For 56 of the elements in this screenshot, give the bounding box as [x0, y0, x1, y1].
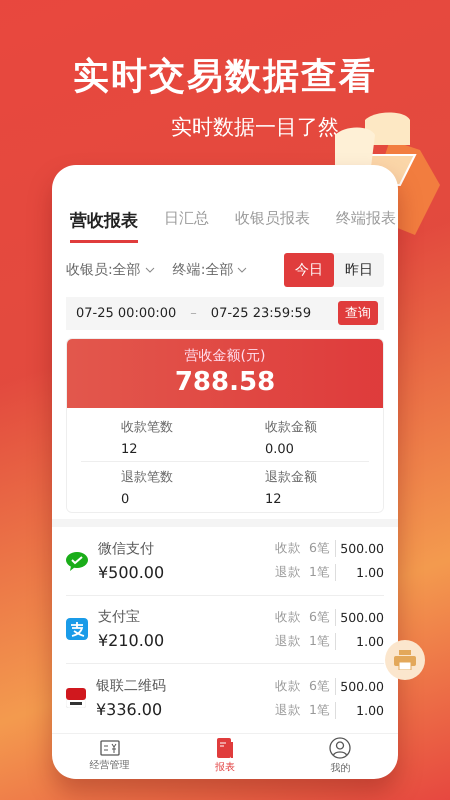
- bill-icon: [100, 740, 120, 756]
- chat-bubble-icon: [66, 550, 88, 571]
- row-label: 收款: [275, 540, 302, 558]
- stat-label: 退款金额: [265, 468, 318, 486]
- headline: 实时交易数据查看: [73, 55, 377, 99]
- summary-title: 营收金额(元): [184, 346, 266, 365]
- query-button[interactable]: 查询: [338, 301, 378, 326]
- transaction-value: 500.00: [339, 610, 384, 625]
- transaction-count: 1笔: [309, 564, 336, 582]
- transaction-value: 500.00: [339, 541, 384, 556]
- date-range-field[interactable]: 07-25 00:00:00 – 07-25 23:59:59 查询: [66, 297, 384, 330]
- transaction-count: 1笔: [309, 632, 336, 650]
- chevron-down-icon: [237, 267, 248, 273]
- summary-amount: 788.58: [174, 366, 276, 397]
- payment-amount: ¥210.00: [98, 631, 166, 650]
- payment-amount: ¥336.00: [96, 700, 164, 720]
- day-option[interactable]: 今日: [284, 253, 334, 287]
- payment-method-name: 支付宝: [98, 608, 141, 626]
- transaction-count: 6笔: [309, 608, 336, 626]
- transaction-count: 6笔: [309, 678, 336, 695]
- payment-amount: ¥500.00: [98, 562, 166, 582]
- stat-value: 0: [121, 492, 130, 507]
- chevron-down-icon: [144, 267, 155, 273]
- row-label: 收款: [275, 678, 302, 695]
- subheadline: 实时数据一目了然: [171, 114, 339, 141]
- transaction-count: 1笔: [309, 702, 336, 719]
- nav-item[interactable]: 经营管理: [90, 758, 130, 772]
- row-label: 退款: [275, 564, 302, 582]
- transaction-value: 500.00: [339, 678, 384, 694]
- printer-button[interactable]: [385, 640, 425, 680]
- payment-method-name: 微信支付: [98, 540, 155, 558]
- stat-value: 12: [265, 492, 283, 507]
- user-icon: [329, 737, 352, 760]
- stat-label: 收款笔数: [121, 418, 174, 436]
- qr-payment-logo-icon: [66, 688, 86, 708]
- transaction-value: 1.00: [355, 702, 384, 718]
- transaction-value: 1.00: [355, 634, 384, 649]
- stat-value: 0.00: [265, 442, 295, 457]
- stat-label: 收款金额: [265, 418, 318, 436]
- stat-value: 12: [121, 442, 139, 457]
- row-label: 退款: [275, 632, 302, 650]
- report-book-icon: [216, 738, 234, 758]
- printer-icon: [394, 650, 416, 670]
- row-label: 收款: [275, 608, 302, 626]
- row-label: 退款: [275, 702, 302, 719]
- report-tab[interactable]: 营收报表: [70, 209, 138, 243]
- nav-item[interactable]: 我的: [330, 761, 350, 776]
- nav-item[interactable]: 报表: [214, 760, 235, 774]
- alipay-logo-icon: [66, 618, 88, 640]
- filter-dropdown[interactable]: 终端:全部: [172, 261, 234, 279]
- transaction-count: 6笔: [309, 540, 336, 558]
- day-option[interactable]: 昨日: [334, 253, 384, 287]
- payment-method-name: 银联二维码: [96, 677, 167, 696]
- stat-label: 退款笔数: [121, 468, 174, 486]
- filter-dropdown[interactable]: 收银员:全部: [66, 261, 141, 279]
- transaction-value: 1.00: [355, 565, 384, 580]
